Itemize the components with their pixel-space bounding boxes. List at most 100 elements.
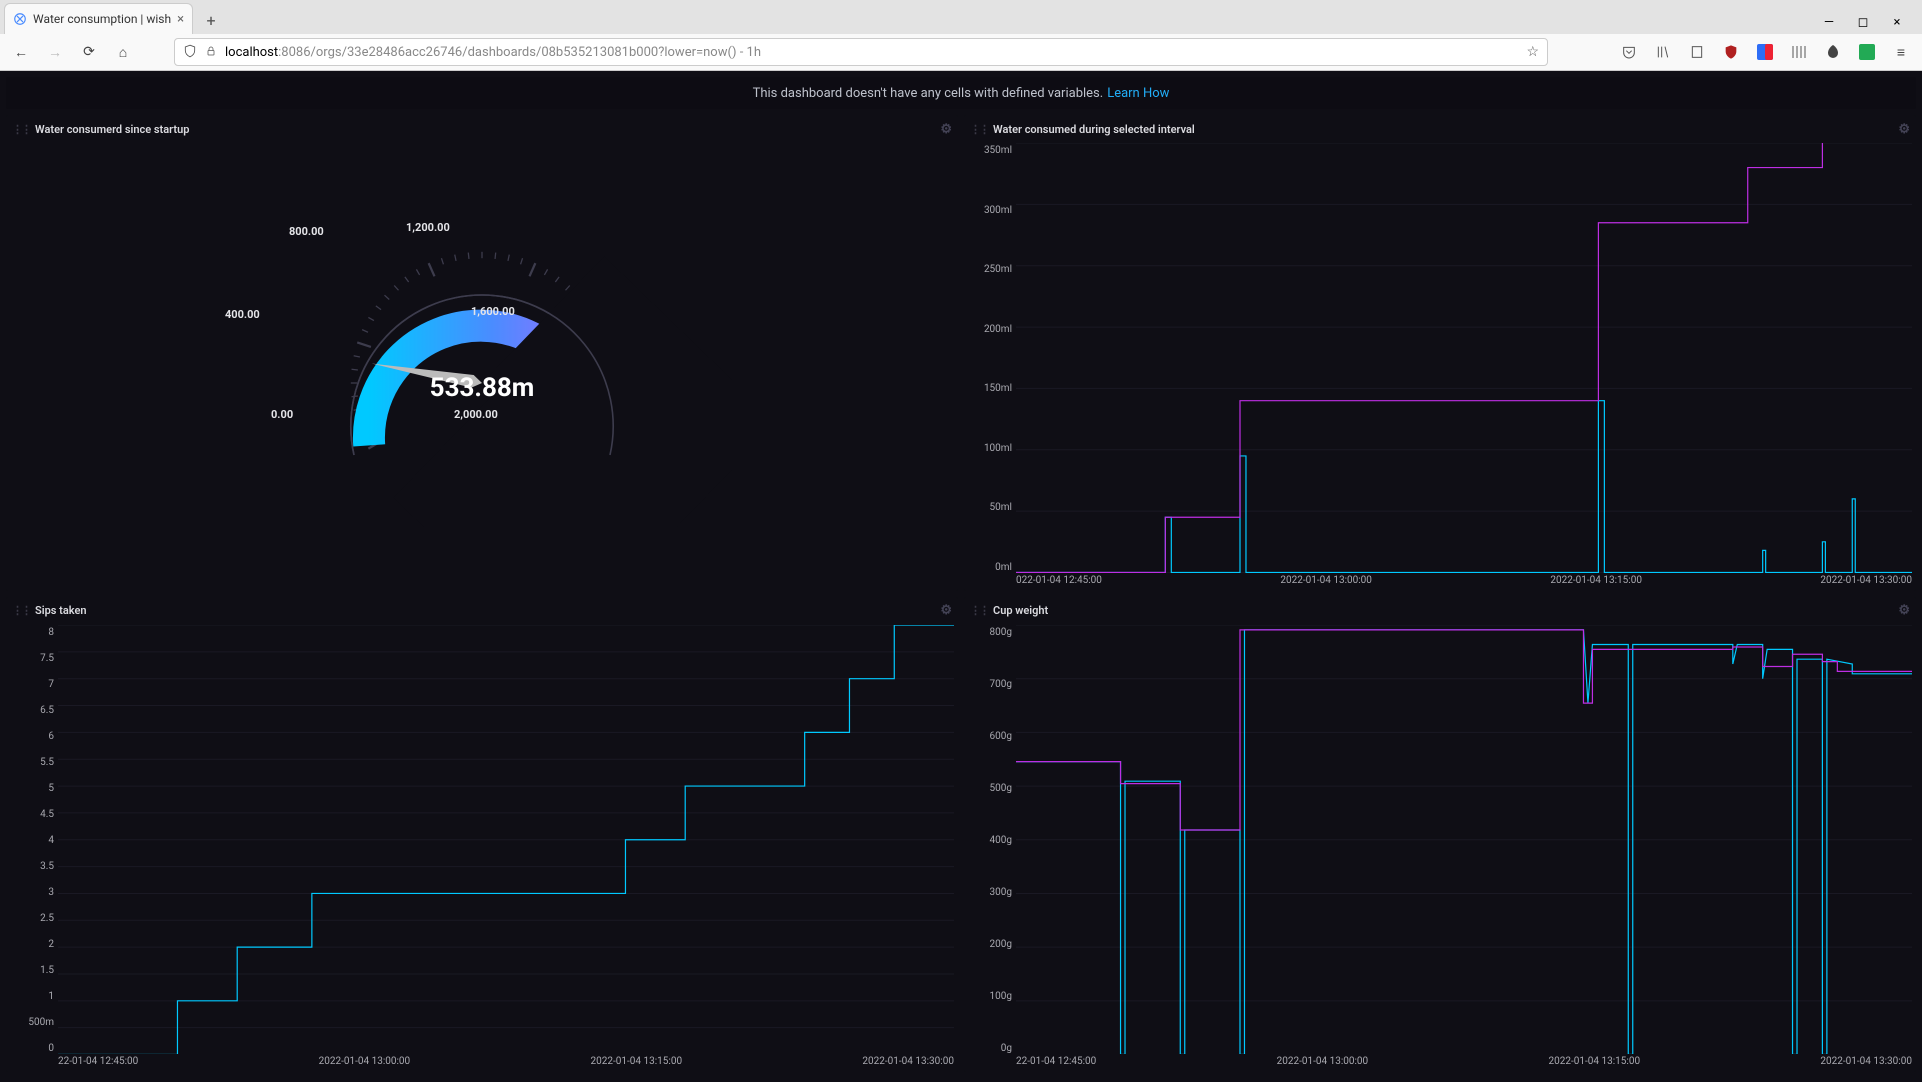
x-tick: 2022-01-04 13:30:00 xyxy=(862,1056,954,1067)
window-maximize-icon[interactable]: ◻ xyxy=(1852,15,1874,30)
x-tick: 22-01-04 12:45:00 xyxy=(58,1056,138,1067)
y-tick: 300ml xyxy=(984,205,1012,216)
y-tick: 500m xyxy=(28,1017,54,1028)
gear-icon[interactable]: ⚙ xyxy=(1898,122,1910,137)
x-tick: 022-01-04 12:45:00 xyxy=(1016,575,1102,586)
x-tick: 2022-01-04 13:15:00 xyxy=(1549,1056,1641,1067)
y-tick: 5.5 xyxy=(40,757,54,768)
gauge-label-max: 2,000.00 xyxy=(454,408,498,421)
y-tick: 200ml xyxy=(984,324,1012,335)
new-tab-button[interactable]: + xyxy=(197,6,225,34)
gauge-label-min: 0.00 xyxy=(271,408,293,421)
bookmark-star-icon[interactable]: ☆ xyxy=(1526,44,1539,60)
chart-cup: 800g700g600g500g400g300g200g100g0g22-01-… xyxy=(964,625,1916,1073)
url-rest: :8086/orgs/33e28486acc26746/dashboards/0… xyxy=(278,45,761,60)
dashboard-page: This dashboard doesn't have any cells wi… xyxy=(0,71,1922,1082)
gear-icon[interactable]: ⚙ xyxy=(1898,603,1910,618)
gauge-label-t4: 1,600.00 xyxy=(471,305,515,318)
panel-sips-taken: ⋮⋮ Sips taken ⚙ 87.576.565.554.543.532.5… xyxy=(6,597,958,1073)
y-tick: 800g xyxy=(990,627,1012,638)
x-tick: 2022-01-04 13:15:00 xyxy=(1550,575,1642,586)
shield-icon xyxy=(183,44,197,61)
drag-handle-icon[interactable]: ⋮⋮ xyxy=(12,604,30,617)
y-tick: 500g xyxy=(990,783,1012,794)
chart-sips: 87.576.565.554.543.532.521.51500m022-01-… xyxy=(6,625,958,1073)
browser-tabbar: Water consumption | wish × + — ◻ × xyxy=(0,0,1922,34)
y-tick: 4 xyxy=(48,835,54,846)
y-tick: 250ml xyxy=(984,264,1012,275)
x-tick: 2022-01-04 13:30:00 xyxy=(1820,1056,1912,1067)
x-tick: 2022-01-04 13:30:00 xyxy=(1820,575,1912,586)
drag-handle-icon[interactable]: ⋮⋮ xyxy=(12,123,30,136)
lock-icon xyxy=(205,45,217,60)
panel-title: Water consumed during selected interval xyxy=(993,123,1195,136)
y-tick: 7.5 xyxy=(40,653,54,664)
screen: Water consumption | wish × + — ◻ × ← → ⟳… xyxy=(0,0,1922,1082)
banner-text: This dashboard doesn't have any cells wi… xyxy=(753,86,1104,101)
y-tick: 2.5 xyxy=(40,913,54,924)
nav-home-icon[interactable]: ⌂ xyxy=(110,39,136,65)
x-tick: 2022-01-04 13:00:00 xyxy=(319,1056,411,1067)
y-tick: 0g xyxy=(1001,1043,1012,1054)
gauge-value: 533.88m xyxy=(430,373,535,403)
y-tick: 100g xyxy=(990,991,1012,1002)
gear-icon[interactable]: ⚙ xyxy=(940,603,952,618)
variables-banner: This dashboard doesn't have any cells wi… xyxy=(6,77,1916,109)
reader-icon[interactable] xyxy=(1684,39,1710,65)
panel-title: Sips taken xyxy=(35,604,87,617)
url-host: localhost xyxy=(225,45,278,60)
y-tick: 8 xyxy=(48,627,54,638)
y-tick: 3.5 xyxy=(40,861,54,872)
library-icon[interactable] xyxy=(1650,39,1676,65)
y-tick: 2 xyxy=(48,939,54,950)
y-tick: 200g xyxy=(990,939,1012,950)
menu-icon[interactable]: ≡ xyxy=(1888,39,1914,65)
y-tick: 0ml xyxy=(995,562,1012,573)
x-tick: 22-01-04 12:45:00 xyxy=(1016,1056,1096,1067)
x-tick: 2022-01-04 13:00:00 xyxy=(1277,1056,1369,1067)
window-close-icon[interactable]: × xyxy=(1886,15,1908,30)
nav-forward-icon[interactable]: → xyxy=(42,39,68,65)
window-controls: — ◻ × xyxy=(1808,11,1918,34)
y-tick: 100ml xyxy=(984,443,1012,454)
drag-handle-icon[interactable]: ⋮⋮ xyxy=(970,604,988,617)
tab-favicon-icon xyxy=(13,12,27,26)
y-tick: 4.5 xyxy=(40,809,54,820)
extension4-icon[interactable] xyxy=(1854,39,1880,65)
chart-interval: 350ml300ml250ml200ml150ml100ml50ml0ml022… xyxy=(964,143,1916,591)
url-text: localhost:8086/orgs/33e28486acc26746/das… xyxy=(225,45,761,60)
panel-title: Cup weight xyxy=(993,604,1048,617)
y-tick: 0 xyxy=(48,1043,54,1054)
ublock-icon[interactable] xyxy=(1718,39,1744,65)
y-tick: 300g xyxy=(990,887,1012,898)
y-tick: 1.5 xyxy=(40,965,54,976)
x-tick: 2022-01-04 13:15:00 xyxy=(591,1056,683,1067)
gauge-svg xyxy=(232,207,732,527)
browser-toolbar: ← → ⟳ ⌂ localhost:8086/orgs/33e28486acc2… xyxy=(0,34,1922,71)
nav-reload-icon[interactable]: ⟳ xyxy=(76,39,102,65)
panel-title: Water consumerd since startup xyxy=(35,123,189,136)
x-tick: 2022-01-04 13:00:00 xyxy=(1280,575,1372,586)
y-tick: 6.5 xyxy=(40,705,54,716)
gauge-label-t1: 400.00 xyxy=(225,308,260,321)
pocket-icon[interactable] xyxy=(1616,39,1642,65)
drag-handle-icon[interactable]: ⋮⋮ xyxy=(970,123,988,136)
browser-tab[interactable]: Water consumption | wish × xyxy=(4,3,193,34)
y-tick: 1 xyxy=(48,991,54,1002)
y-tick: 600g xyxy=(990,731,1012,742)
url-bar[interactable]: localhost:8086/orgs/33e28486acc26746/das… xyxy=(174,38,1548,66)
y-tick: 400g xyxy=(990,835,1012,846)
gear-icon[interactable]: ⚙ xyxy=(940,122,952,137)
y-tick: 5 xyxy=(48,783,54,794)
extension1-icon[interactable] xyxy=(1752,39,1778,65)
extension2-icon[interactable] xyxy=(1786,39,1812,65)
window-minimize-icon[interactable]: — xyxy=(1818,15,1840,30)
tab-title: Water consumption | wish xyxy=(33,12,171,26)
extension3-icon[interactable] xyxy=(1820,39,1846,65)
banner-learn-link[interactable]: Learn How xyxy=(1107,86,1169,101)
tab-close-icon[interactable]: × xyxy=(177,12,184,27)
panel-water-consumed-startup: ⋮⋮ Water consumerd since startup ⚙ xyxy=(6,115,958,591)
panel-body: 533.88m 0.00 400.00 800.00 1,200.00 1,60… xyxy=(6,143,958,591)
nav-back-icon[interactable]: ← xyxy=(8,39,34,65)
y-tick: 50ml xyxy=(990,502,1012,513)
